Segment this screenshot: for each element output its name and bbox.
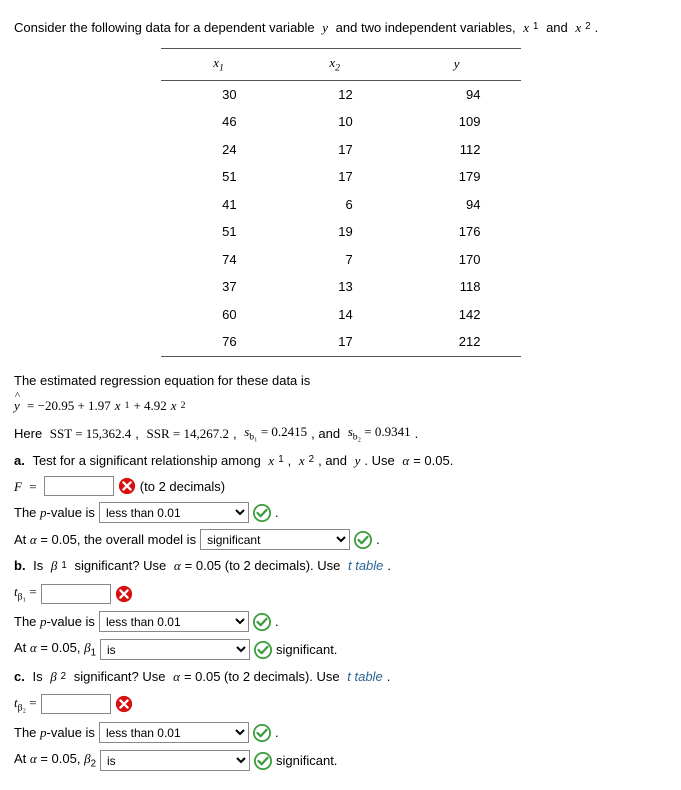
at-alpha-b2: At α = 0.05, β2 (14, 749, 96, 772)
correct-icon (354, 531, 372, 549)
significant-word: significant. (276, 640, 337, 660)
col-x2: x2 (277, 48, 393, 80)
part-b: b. Is β1 significant? Use α = 0.05 (to 2… (14, 556, 667, 576)
t-table-link[interactable]: t table (348, 556, 383, 576)
period: . (275, 503, 279, 523)
table-row: 301294 (161, 80, 521, 108)
table-row: 3713118 (161, 273, 521, 301)
significant-word: significant. (276, 751, 337, 771)
col-y: y (393, 48, 521, 80)
pvalue-label: The p-value is (14, 612, 95, 632)
pvalue-select-a[interactable]: less than 0.01 (99, 502, 249, 523)
table-row: 5117179 (161, 163, 521, 191)
b1-is-select[interactable]: is (100, 639, 250, 660)
at-alpha-model: At α = 0.05, the overall model is (14, 530, 196, 550)
correct-icon (253, 504, 271, 522)
incorrect-icon (115, 695, 133, 713)
table-row: 5119176 (161, 218, 521, 246)
t-table-link[interactable]: t table (347, 667, 382, 687)
table-row: 4610109 (161, 108, 521, 136)
f-input[interactable] (44, 476, 114, 496)
table-row: 747170 (161, 246, 521, 274)
incorrect-icon (115, 585, 133, 603)
tb1-label: tβ₁ = (14, 582, 37, 605)
correct-icon (254, 752, 272, 770)
table-row: 2417112 (161, 136, 521, 164)
pvalue-label: The p-value is (14, 723, 95, 743)
f-label: F (14, 477, 22, 497)
tb2-input[interactable] (41, 694, 111, 714)
incorrect-icon (118, 477, 136, 495)
data-table: x1 x2 y 301294 4610109 2417112 5117179 4… (161, 48, 521, 357)
table-row: 7617212 (161, 328, 521, 356)
at-alpha-b1: At α = 0.05, β1 (14, 638, 96, 661)
pvalue-select-c[interactable]: less than 0.01 (99, 722, 249, 743)
eq-intro: The estimated regression equation for th… (14, 371, 667, 391)
table-row: 6014142 (161, 301, 521, 329)
part-c: c. Is β2 significant? Use α = 0.05 (to 2… (14, 667, 667, 687)
period: . (376, 530, 380, 550)
col-x1: x1 (161, 48, 277, 80)
pvalue-select-b[interactable]: less than 0.01 (99, 611, 249, 632)
sst-ssr-line: Here SST = 15,362.4, SSR = 14,267.2, sb₁… (14, 422, 667, 445)
period: . (275, 612, 279, 632)
model-sig-select[interactable]: significant (200, 529, 350, 550)
correct-icon (254, 641, 272, 659)
tb2-label: tβ₂ = (14, 693, 37, 716)
tb1-input[interactable] (41, 584, 111, 604)
intro-text: Consider the following data for a depend… (14, 18, 667, 38)
period: . (275, 723, 279, 743)
table-row: 41694 (161, 191, 521, 219)
part-a: a. Test for a significant relationship a… (14, 451, 667, 471)
correct-icon (253, 724, 271, 742)
pvalue-label: The p-value is (14, 503, 95, 523)
to-2-decimals: (to 2 decimals) (140, 477, 225, 497)
regression-equation: y = −20.95 + 1.97x1 + 4.92x2 (14, 396, 667, 416)
correct-icon (253, 613, 271, 631)
b2-is-select[interactable]: is (100, 750, 250, 771)
